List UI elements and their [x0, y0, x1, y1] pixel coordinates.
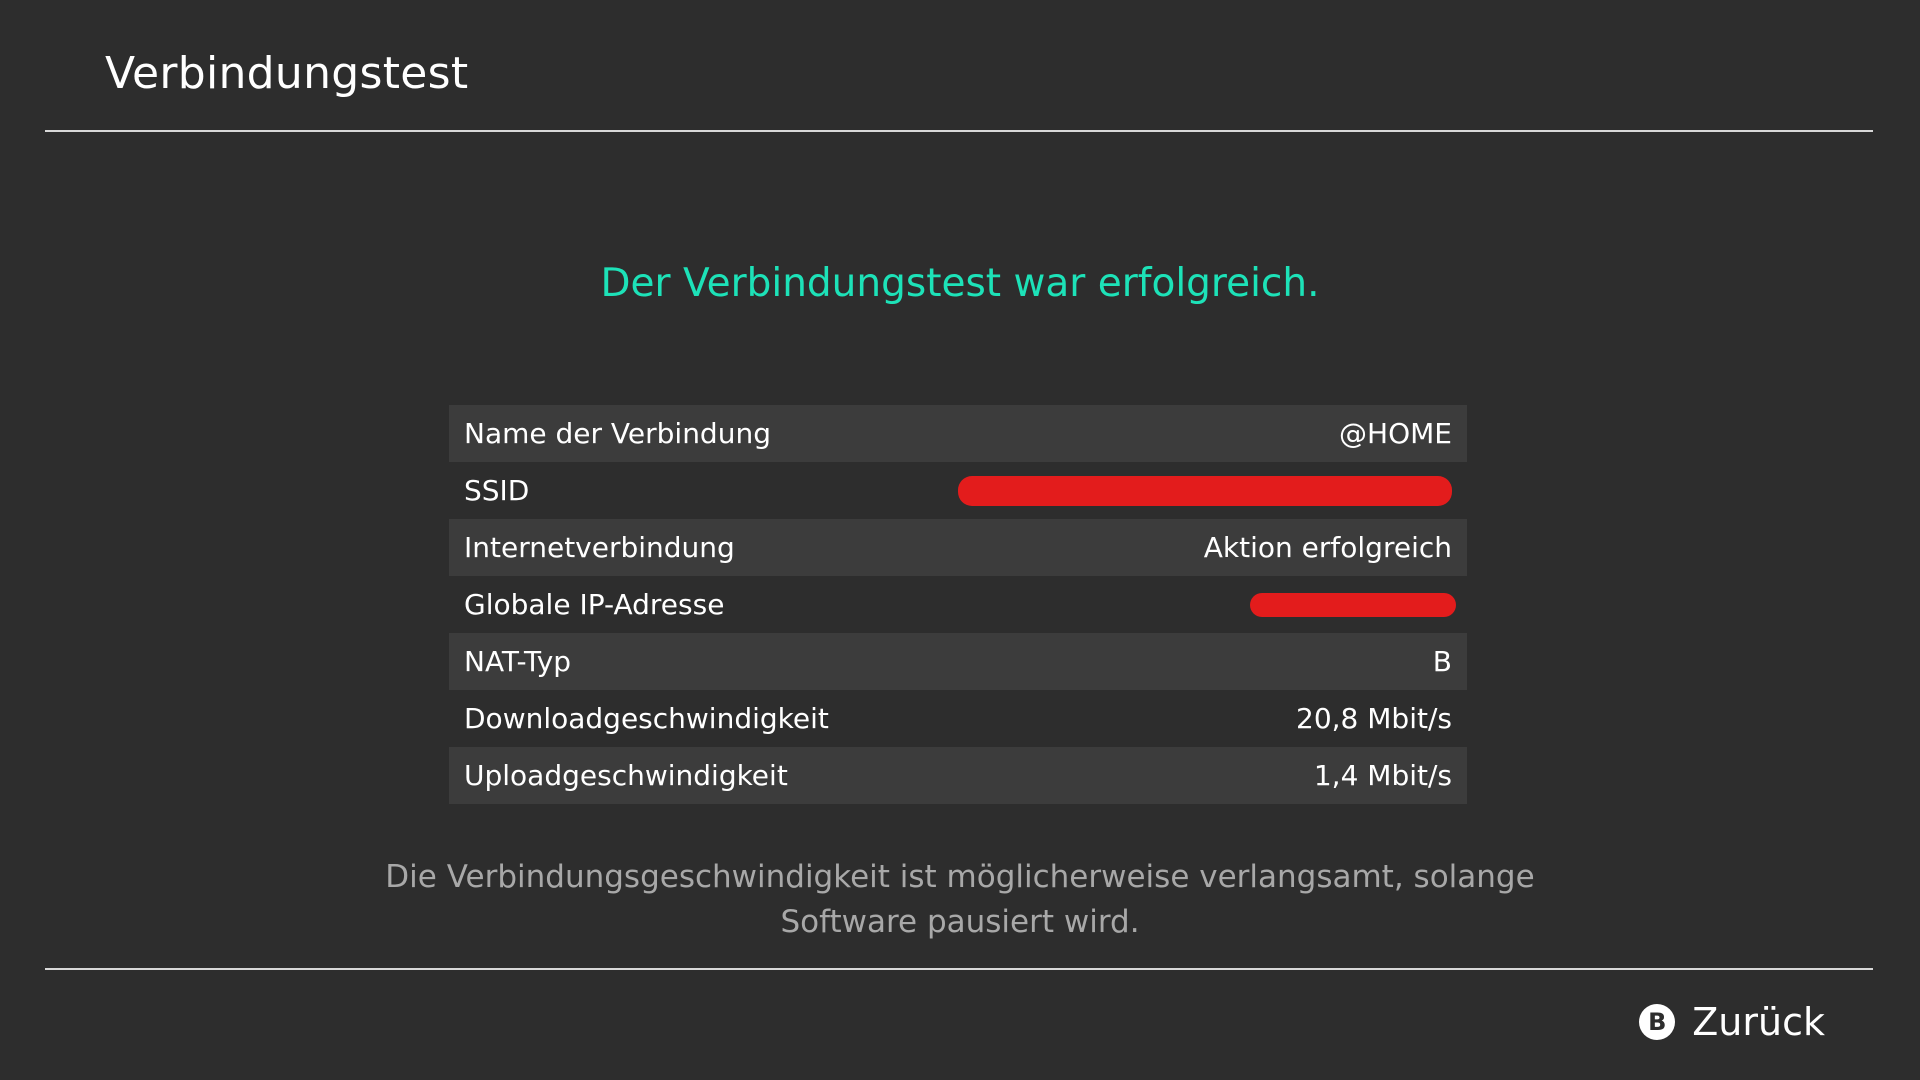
table-row-upload: Uploadgeschwindigkeit 1,4 Mbit/s — [449, 747, 1467, 804]
result-table: Name der Verbindung @HOME SSID Internetv… — [449, 405, 1467, 804]
row-label: Globale IP-Adresse — [464, 588, 725, 621]
ssid-redaction — [958, 475, 1452, 506]
row-label: SSID — [464, 474, 530, 507]
ip-redaction — [1250, 592, 1456, 617]
row-value: Aktion erfolgreich — [1203, 531, 1452, 564]
b-button-icon: B — [1639, 1004, 1676, 1040]
table-row-nat-type: NAT-Typ B — [449, 633, 1467, 690]
row-value: @HOME — [1339, 417, 1452, 450]
back-button[interactable]: B Zurück — [1639, 1000, 1825, 1044]
speed-note-line-1: Die Verbindungsgeschwindigkeit ist mögli… — [385, 859, 1535, 895]
table-row-internet: Internetverbindung Aktion erfolgreich — [449, 519, 1467, 576]
connection-test-screen: Verbindungstest Der Verbindungstest war … — [0, 0, 1920, 1080]
row-label: NAT-Typ — [464, 645, 572, 678]
page-title: Verbindungstest — [105, 48, 469, 99]
back-button-label: Zurück — [1692, 1000, 1825, 1044]
table-row-ssid: SSID — [449, 462, 1467, 519]
status-message: Der Verbindungstest war erfolgreich. — [600, 261, 1320, 306]
table-row-connection-name: Name der Verbindung @HOME — [449, 405, 1467, 462]
row-label: Uploadgeschwindigkeit — [464, 759, 788, 792]
speed-note-line-2: Software pausiert wird. — [780, 904, 1140, 940]
speed-note: Die Verbindungsgeschwindigkeit ist mögli… — [0, 855, 1920, 945]
row-value: 20,8 Mbit/s — [1296, 702, 1452, 735]
row-label: Downloadgeschwindigkeit — [464, 702, 829, 735]
row-value: 1,4 Mbit/s — [1313, 759, 1452, 792]
row-label: Name der Verbindung — [464, 417, 771, 450]
header-divider — [45, 130, 1873, 132]
row-value: B — [1432, 645, 1452, 678]
footer-divider — [45, 968, 1873, 970]
table-row-download: Downloadgeschwindigkeit 20,8 Mbit/s — [449, 690, 1467, 747]
row-label: Internetverbindung — [464, 531, 735, 564]
table-row-global-ip: Globale IP-Adresse — [449, 576, 1467, 633]
